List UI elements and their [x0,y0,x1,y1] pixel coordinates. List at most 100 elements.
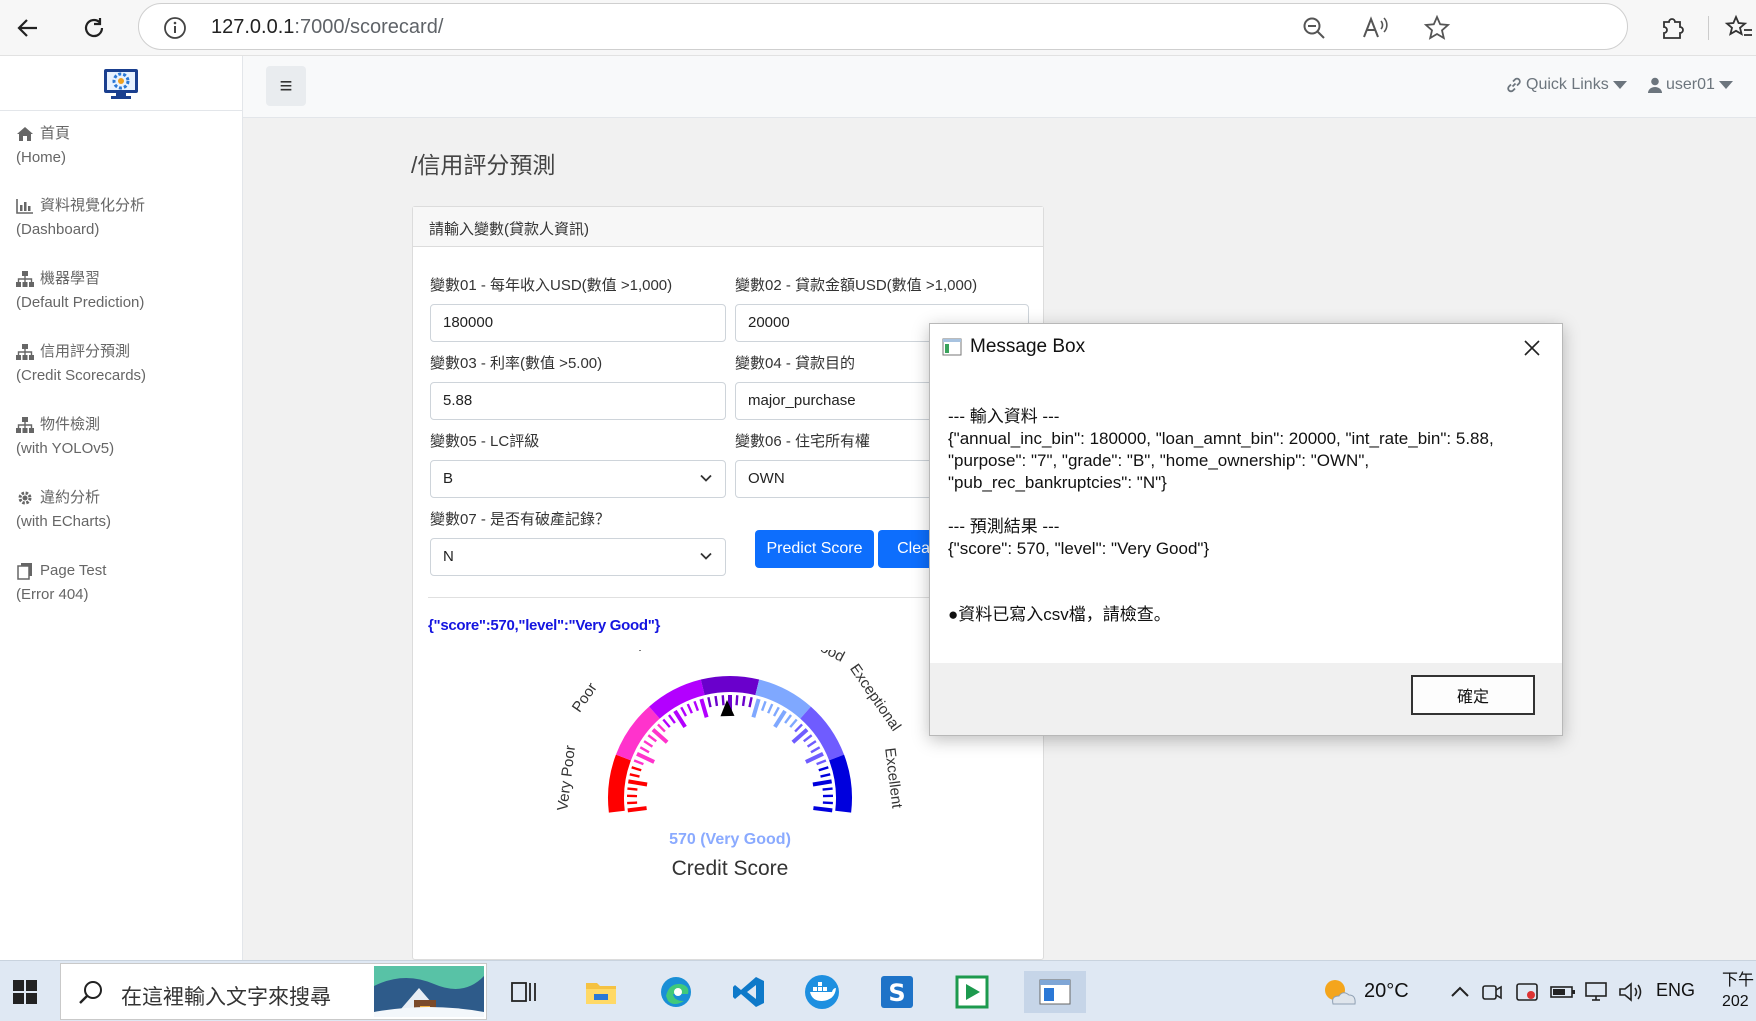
dialog-close-button[interactable] [1516,332,1548,364]
interest-rate-input[interactable]: 5.88 [430,382,726,420]
search-icon [79,981,102,1004]
read-aloud-icon[interactable] [1361,15,1389,41]
gauge-tick [772,706,780,717]
favorites-list-icon [1724,14,1752,36]
file-explorer-button[interactable] [580,971,622,1013]
sidebar-item-sublabel: (Dashboard) [16,221,100,238]
gear-icon [18,491,32,505]
gauge-tick [806,740,817,748]
input-language[interactable]: ENG [1656,980,1695,1001]
tray-overflow-button[interactable] [1446,971,1474,1013]
media-app-button[interactable] [951,971,993,1013]
tray-app-button[interactable] [1512,971,1542,1013]
message-box-task-button[interactable] [1024,971,1086,1013]
message-line: {"score": 570, "level": "Very Good"} [948,539,1210,558]
docker-icon [805,975,839,1009]
sidebar-item-echarts[interactable]: 違約分析 (with ECharts) [16,486,111,534]
var03-label: 變數03 - 利率(數值 >5.00) [430,355,603,372]
sidebar-item-pagetest[interactable]: Page Test (Error 404) [16,559,106,607]
message-line: "pub_rec_bankruptcies": "N"} [948,473,1167,492]
browser-toolbar: 127.0.0.1:7000/scorecard/ [0,0,1756,56]
gauge-band-label: Very Good [777,650,848,666]
search-placeholder: 在這裡輸入文字來搜尋 [121,986,331,1009]
weather-widget[interactable] [1318,971,1360,1013]
battery-indicator[interactable] [1548,971,1578,1013]
gauge-tick [816,759,827,766]
brand-logo[interactable] [0,56,242,111]
gauge-title: Credit Score [672,857,789,880]
sidebar-item-ml[interactable]: 機器學習 (Default Prediction) [16,267,144,315]
reload-button[interactable] [74,8,114,48]
url-text: 127.0.0.1:7000/scorecard/ [211,16,444,38]
weather-temperature: 20°C [1364,980,1409,1002]
search-highlight-image [374,966,484,1017]
app-s-button[interactable]: S [876,971,918,1013]
user-icon [1648,77,1662,93]
volume-indicator[interactable] [1616,971,1646,1013]
window-app-icon [942,338,962,356]
quick-links-dropdown[interactable]: Quick Links [1506,76,1627,94]
gauge-tick [748,697,753,708]
play-media-icon [955,975,989,1009]
task-view-button[interactable] [503,971,545,1013]
loan-amount-value: 20000 [748,314,790,331]
favorite-star-icon[interactable] [1423,14,1451,42]
gauge-tick [647,734,657,743]
user-dropdown[interactable]: user01 [1648,76,1733,94]
menu-icon: ≡ [279,73,293,98]
gauge-tick [628,779,648,787]
taskbar-search-box[interactable]: 在這裡輸入文字來搜尋 [60,963,487,1020]
annual-income-input[interactable]: 180000 [430,304,726,342]
gauge-tick [751,698,761,718]
info-icon [164,17,186,39]
gauge-band-label: Very Poor [554,744,579,811]
message-box-footer: 確定 [930,663,1562,735]
edge-icon [661,977,691,1007]
start-button[interactable] [4,971,46,1013]
zoom-icon[interactable] [1301,15,1327,41]
gauge-band-labels: Very PoorPoorFairGoodVery GoodExceptiona… [554,650,905,812]
clock-date[interactable]: 202 [1722,993,1749,1011]
gauge-tick [693,700,700,712]
sidebar-toggle-button[interactable]: ≡ [266,66,306,106]
back-button[interactable] [8,8,48,48]
address-bar[interactable]: 127.0.0.1:7000/scorecard/ [138,3,1628,50]
sidebar-item-sublabel: (with YOLOv5) [16,440,115,457]
loan-purpose-value: major_purchase [748,392,856,409]
gauge-tick [784,714,792,724]
sidebar-item-yolo[interactable]: 物件檢測 (with YOLOv5) [16,413,114,461]
gauge-tick [803,734,813,743]
var07-label: 變數07 - 是否有破產記錄？ [430,511,611,528]
gauge-band-label: Exceptional [846,661,904,734]
favorites-button[interactable] [1720,8,1756,48]
network-indicator[interactable] [1582,971,1612,1013]
var04-label: 變數04 - 貸款目的 [735,355,856,372]
var01-label: 變數01 - 每年收入USD(數值 >1,000) [430,277,673,294]
edge-browser-button[interactable] [655,971,697,1013]
files-icon [17,563,32,580]
chevron-down-icon [700,474,712,482]
sidebar-item-dashboard[interactable]: 資料視覺化分析 (Dashboard) [16,194,145,242]
credit-score-gauge: Very PoorPoorFairGoodVery GoodExceptiona… [554,650,905,880]
message-line: "purpose": "7", "grade": "B", "home_owne… [948,451,1370,470]
speaker-icon [1619,982,1642,1002]
sitemap-icon [16,271,34,287]
predict-score-button[interactable]: Predict Score [755,530,874,568]
caret-down-icon [1718,81,1733,89]
gauge-tick [686,703,693,714]
tray-meet-button[interactable] [1478,971,1506,1013]
bankruptcy-select[interactable]: N [430,538,726,576]
extensions-button[interactable] [1652,8,1692,48]
tray-app-icon [1516,983,1538,1001]
lc-grade-select[interactable]: B [430,460,726,498]
sidebar-item-scorecards[interactable]: 信用評分預測 (Credit Scorecards) [16,340,146,388]
svg-text:S: S [888,979,905,1007]
clock-time[interactable]: 下午 [1722,966,1754,990]
gauge-tick [627,787,638,791]
message-box-dialog: Message Box --- 輸入資料 --- {"annual_inc_bi… [929,323,1563,736]
ok-button[interactable]: 確定 [1411,675,1535,715]
docker-button[interactable] [801,971,843,1013]
vscode-button[interactable] [728,971,770,1013]
sidebar-item-home[interactable]: 首頁 (Home) [16,122,70,170]
